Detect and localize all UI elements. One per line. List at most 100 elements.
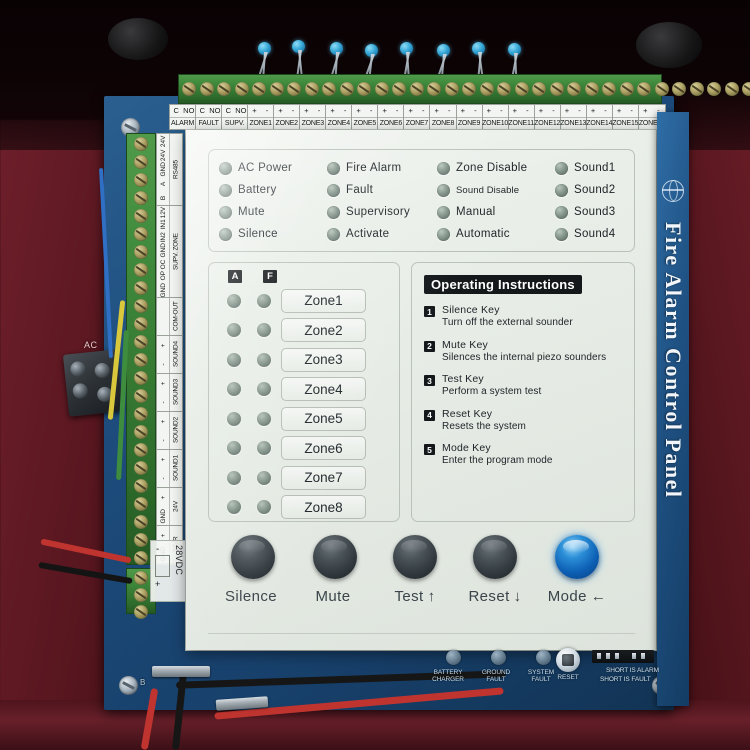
terminal-screw[interactable] [689,82,704,96]
instruction-key: Silence Key [442,304,500,316]
terminal-screw[interactable] [199,82,214,96]
terminal-screw[interactable] [134,263,148,277]
terminal-screw[interactable] [514,82,529,96]
terminal-screw[interactable] [462,82,476,96]
terminal-screw[interactable] [742,82,750,96]
terminal-screw[interactable] [549,82,564,96]
terminal-screw[interactable] [134,588,148,602]
terminal-screw[interactable] [134,551,148,565]
terminal-polarity: + - [587,105,612,117]
terminal-screw[interactable] [134,443,148,457]
terminal-screw[interactable] [497,82,511,96]
ac-terminal-hole [72,382,89,400]
pcb-screw-bottomleft [119,676,138,695]
terminal-screw[interactable] [217,82,231,96]
terminal-label-sound3: + - SOUND3 [157,374,182,412]
zone-label-1[interactable]: Zone1 [281,288,366,313]
terminal-screw[interactable] [134,389,148,403]
terminal-strip-left[interactable] [126,133,156,565]
terminal-screw[interactable] [654,82,669,96]
battery-terminal-label: B [140,678,146,687]
terminal-screw[interactable] [479,82,494,96]
terminal-screw[interactable] [134,299,148,313]
terminal-screw[interactable] [724,82,739,96]
terminal-screw[interactable] [134,173,148,187]
reset-key[interactable] [473,535,517,579]
terminal-screw[interactable] [707,82,721,96]
ac-input-label: AC [84,340,98,350]
terminal-screw[interactable] [134,209,148,223]
terminal-screw[interactable] [134,533,148,547]
zone-fault-led-icon [257,441,271,456]
terminal-screw[interactable] [269,82,284,96]
terminal-screw[interactable] [392,82,406,96]
terminal-screw[interactable] [234,82,249,96]
button-reset[interactable]: Reset ↓ [456,535,534,605]
terminal-screw[interactable] [134,317,148,331]
terminal-screw[interactable] [619,82,634,96]
terminal-screw[interactable] [134,191,148,205]
terminal-screw[interactable] [134,425,148,439]
terminal-screw[interactable] [134,137,148,151]
button-mute[interactable]: Mute [296,535,374,605]
button-test[interactable]: Test ↑ [376,535,454,605]
terminal-screw[interactable] [134,479,148,493]
terminal-screw[interactable] [134,461,148,475]
terminal-pins: + - [157,336,170,373]
zone-label-3[interactable]: Zone3 [281,347,366,372]
terminal-screw[interactable] [134,515,148,529]
terminal-pin: + [356,106,361,116]
terminal-label-zone8: + - ZONE8 [430,105,457,129]
zone-label-7[interactable]: Zone7 [281,465,366,490]
terminal-screw[interactable] [427,82,441,96]
zone-label-4[interactable]: Zone4 [281,377,366,402]
mode-key[interactable] [555,535,599,579]
terminal-screw[interactable] [134,335,148,349]
terminal-screw[interactable] [182,82,196,96]
terminal-screw[interactable] [444,82,459,96]
terminal-screw[interactable] [134,497,148,511]
terminal-screw[interactable] [532,82,546,96]
terminal-screw[interactable] [409,82,424,96]
terminal-screw[interactable] [567,82,581,96]
silence-key[interactable] [231,535,275,579]
terminal-screw[interactable] [134,281,148,295]
terminal-screw[interactable] [252,82,266,96]
terminal-screw[interactable] [287,82,301,96]
button-silence[interactable]: Silence [214,535,292,605]
terminal-screw[interactable] [134,407,148,421]
terminal-screw[interactable] [584,82,599,96]
terminal-screw[interactable] [602,82,616,96]
mute-key[interactable] [313,535,357,579]
terminal-screw[interactable] [134,353,148,367]
terminal-screw[interactable] [357,82,371,96]
indicator-label: Battery [238,184,277,196]
terminal-screw[interactable] [304,82,319,96]
terminal-pin: + [538,106,544,116]
terminal-screw[interactable] [134,155,148,169]
jumper-header[interactable] [592,650,654,663]
terminal-screw[interactable] [322,82,336,96]
terminal-pin: - [630,106,633,116]
zone-label-8[interactable]: Zone8 [281,495,366,520]
terminal-strip-top[interactable] [178,74,750,104]
terminal-pin: + [159,419,167,424]
terminal-screw[interactable] [134,245,148,259]
test-key[interactable] [393,535,437,579]
button-mode[interactable]: Mode ← [538,535,616,605]
zone-label-6[interactable]: Zone6 [281,436,366,461]
zone-label-5[interactable]: Zone5 [281,406,366,431]
terminal-screw[interactable] [672,82,686,96]
terminal-screw[interactable] [134,227,148,241]
terminal-pin: IN1 [159,219,167,230]
terminal-screw[interactable] [134,371,148,385]
terminal-pin: - [369,106,373,116]
terminal-screw[interactable] [374,82,389,96]
terminal-screw[interactable] [134,571,148,585]
terminal-screw[interactable] [134,605,148,619]
terminal-screw[interactable] [637,82,651,96]
terminal-screw[interactable] [339,82,354,96]
zone-label-2[interactable]: Zone2 [281,318,366,343]
battery-charger-label: BATTERY CHARGER [432,669,464,684]
pcb-reset-button[interactable] [556,648,580,672]
